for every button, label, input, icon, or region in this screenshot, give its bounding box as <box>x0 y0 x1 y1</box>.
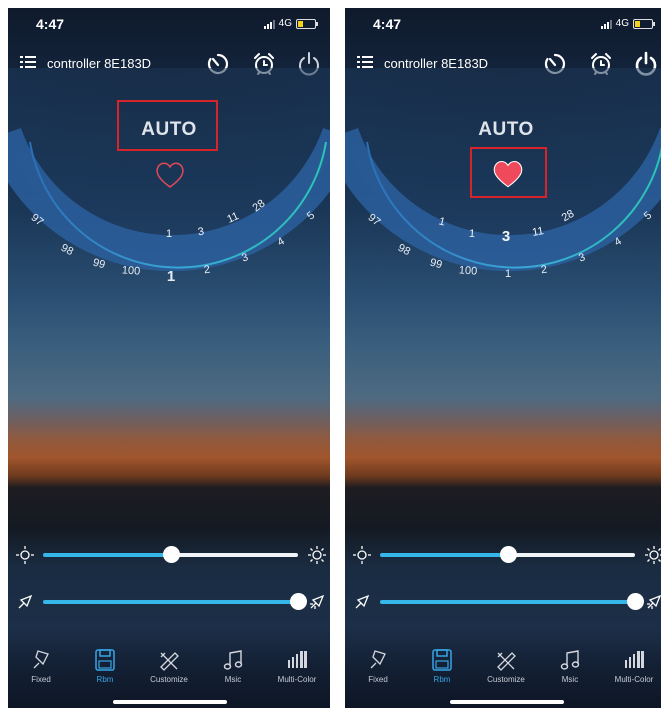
tab-music[interactable]: Msic <box>201 648 265 684</box>
tab-label: Multi-Color <box>277 675 317 684</box>
speed-thumb[interactable] <box>290 593 307 610</box>
speed-track-filled <box>380 600 635 604</box>
tab-fixed[interactable]: Fixed <box>9 648 73 684</box>
equalizer-icon <box>625 651 644 668</box>
dial-inner-number[interactable]: 3 <box>495 228 517 245</box>
equalizer-icon <box>288 651 307 668</box>
brightness-track-filled <box>43 553 171 557</box>
dial-outer-number[interactable]: 1 <box>160 268 182 285</box>
home-indicator[interactable] <box>450 700 564 704</box>
brightness-high-icon <box>645 546 661 564</box>
brightness-thumb[interactable] <box>162 546 180 563</box>
brightness-slider[interactable] <box>8 543 330 567</box>
tab-label: Fixed <box>368 675 388 684</box>
dial-inner-number[interactable]: 1 <box>158 228 180 240</box>
brightness-low-icon <box>16 546 34 564</box>
dial-outer-number[interactable]: 100 <box>457 264 480 278</box>
phone-screen-right: 4:47 4G controller 8E183D 97 98 99 100 1… <box>345 8 661 708</box>
tab-label: Fixed <box>31 675 51 684</box>
music-note-icon <box>223 650 243 670</box>
brightness-slider[interactable] <box>345 543 661 567</box>
tab-label: Msic <box>561 675 579 684</box>
highlight-box-auto <box>117 100 218 151</box>
tab-rbm[interactable]: Rbm <box>73 648 137 684</box>
tab-label: Multi-Color <box>614 675 654 684</box>
speed-track-filled <box>43 600 298 604</box>
brightness-low-icon <box>353 546 371 564</box>
brightness-track-empty <box>507 553 635 557</box>
tab-label: Rbm <box>96 675 114 684</box>
tab-label: Customize <box>150 675 188 684</box>
brightness-track-empty <box>170 553 298 557</box>
tab-multi-color[interactable]: Multi-Color <box>265 648 329 684</box>
tab-label: Msic <box>224 675 242 684</box>
speed-slow-icon <box>18 594 33 609</box>
home-indicator[interactable] <box>113 700 227 704</box>
tab-rbm[interactable]: Rbm <box>410 648 474 684</box>
brightness-high-icon <box>308 546 326 564</box>
tab-music[interactable]: Msic <box>538 648 602 684</box>
speed-slider[interactable] <box>8 590 330 614</box>
pin-icon <box>370 650 386 669</box>
tab-customize[interactable]: Customize <box>137 648 201 684</box>
dial-outer-number[interactable]: 1 <box>497 268 519 280</box>
speed-thumb[interactable] <box>627 593 644 610</box>
tab-customize[interactable]: Customize <box>474 648 538 684</box>
mode-label[interactable]: AUTO <box>345 119 661 141</box>
brightness-track-filled <box>380 553 508 557</box>
pen-ruler-icon <box>160 652 179 671</box>
heart-filled-icon[interactable] <box>491 158 525 190</box>
dial-inner-number[interactable]: 1 <box>461 227 484 241</box>
pin-icon <box>33 650 49 669</box>
save-icon <box>95 649 115 671</box>
save-icon <box>432 649 452 671</box>
dial-outer-number[interactable]: 100 <box>120 264 143 278</box>
speed-fast-icon <box>647 594 661 609</box>
pen-ruler-icon <box>497 652 516 671</box>
tab-label: Rbm <box>433 675 451 684</box>
mode-dial[interactable] <box>8 8 330 308</box>
bottom-tab-bar: Fixed Rbm Customize Msic Multi-Color <box>8 640 330 708</box>
tab-multi-color[interactable]: Multi-Color <box>602 648 661 684</box>
music-note-icon <box>560 650 580 670</box>
heart-outline-icon[interactable] <box>154 160 186 190</box>
brightness-thumb[interactable] <box>499 546 517 563</box>
tab-label: Customize <box>487 675 525 684</box>
phone-screen-left: 4:47 4G controller 8E183D 97 98 99 100 1… <box>8 8 330 708</box>
tab-fixed[interactable]: Fixed <box>346 648 410 684</box>
speed-slider[interactable] <box>345 590 661 614</box>
speed-fast-icon <box>310 594 325 609</box>
speed-slow-icon <box>355 594 370 609</box>
bottom-tab-bar: Fixed Rbm Customize Msic Multi-Color <box>345 640 661 708</box>
